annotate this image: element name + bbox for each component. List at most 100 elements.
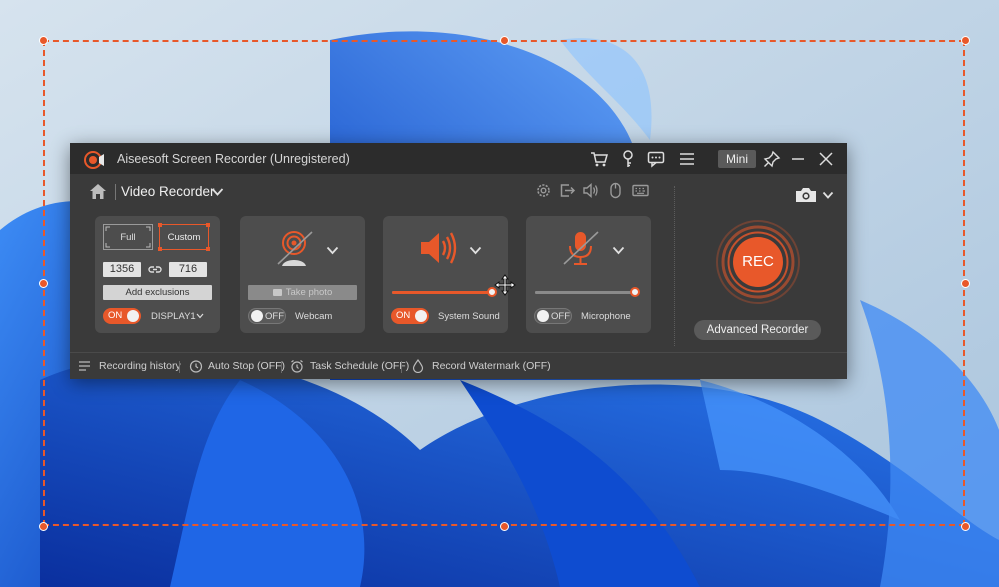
custom-corner-handle	[158, 223, 162, 227]
system-volume-slider[interactable]	[392, 287, 497, 297]
toggle-knob	[127, 310, 139, 322]
cart-icon[interactable]	[590, 150, 608, 168]
recording-history-label: Recording history	[99, 360, 181, 372]
bar-separator	[401, 361, 402, 373]
display-label[interactable]: DISPLAY1	[151, 311, 196, 322]
microphone-toggle-label: OFF	[551, 311, 570, 322]
mode-toolbar: Video Recorder	[70, 174, 847, 210]
mouse-icon[interactable]	[607, 182, 624, 199]
microphone-volume-fill	[535, 291, 635, 294]
take-photo-label: Take photo	[285, 287, 333, 298]
width-input[interactable]: 1356	[103, 262, 141, 277]
height-input[interactable]: 716	[169, 262, 207, 277]
chevron-down-icon[interactable]	[612, 246, 625, 255]
mini-mode-button[interactable]: Mini	[718, 150, 756, 168]
section-divider	[674, 186, 675, 346]
menu-icon[interactable]	[678, 150, 696, 168]
screenshot-camera-icon[interactable]	[795, 186, 817, 204]
custom-corner-handle	[158, 247, 162, 251]
custom-label: Custom	[167, 232, 201, 243]
advanced-recorder-button[interactable]: Advanced Recorder	[694, 320, 821, 340]
chevron-down-icon[interactable]	[469, 246, 482, 255]
resize-handle-top-right[interactable]	[961, 36, 970, 45]
chevron-down-icon[interactable]	[196, 313, 204, 319]
microphone-volume-slider[interactable]	[535, 287, 640, 297]
mode-divider	[115, 184, 116, 200]
gear-icon[interactable]	[535, 182, 552, 199]
keyboard-icon[interactable]	[632, 182, 649, 199]
resize-handle-bottom[interactable]	[500, 522, 509, 531]
custom-area-button[interactable]: Custom	[158, 223, 210, 251]
microphone-volume-thumb[interactable]	[630, 287, 640, 297]
toggle-knob	[251, 310, 263, 322]
task-schedule-link[interactable]: Task Schedule (OFF)	[290, 358, 409, 375]
custom-corner-handle	[206, 223, 210, 227]
title-bar[interactable]: Aiseesoft Screen Recorder (Unregistered)…	[70, 143, 847, 174]
resize-handle-top-left[interactable]	[39, 36, 48, 45]
home-icon[interactable]	[89, 183, 107, 200]
resize-handle-right[interactable]	[961, 279, 970, 288]
system-sound-toggle[interactable]: ON	[391, 308, 429, 324]
export-icon[interactable]	[559, 182, 576, 199]
chat-icon[interactable]	[647, 150, 665, 168]
custom-corner-handle	[206, 247, 210, 251]
display-toggle[interactable]: ON	[103, 308, 141, 324]
recording-history-link[interactable]: Recording history	[78, 358, 181, 375]
recorder-window: Aiseesoft Screen Recorder (Unregistered)…	[70, 143, 847, 379]
auto-stop-label: Auto Stop (OFF)	[208, 360, 286, 372]
chevron-down-icon[interactable]	[211, 187, 224, 197]
full-screen-button[interactable]: Full	[103, 224, 153, 250]
rec-button-wrapper: REC	[715, 219, 801, 305]
microphone-toggle[interactable]: OFF	[534, 308, 572, 324]
bar-separator	[281, 361, 282, 373]
auto-stop-link[interactable]: Auto Stop (OFF)	[189, 358, 285, 375]
webcam-panel: Take photo OFF Webcam	[240, 216, 365, 333]
mode-label[interactable]: Video Recorder	[121, 184, 215, 199]
camera-small-icon	[272, 289, 282, 296]
system-volume-fill	[392, 291, 492, 294]
app-title: Aiseesoft Screen Recorder (Unregistered)	[117, 152, 350, 166]
display-toggle-label: ON	[108, 310, 123, 321]
pin-icon[interactable]	[763, 150, 781, 168]
record-watermark-label: Record Watermark (OFF)	[432, 360, 551, 372]
speaker-icon	[421, 232, 457, 264]
key-icon[interactable]	[619, 150, 637, 168]
chevron-down-icon[interactable]	[326, 246, 339, 255]
chevron-down-icon[interactable]	[822, 191, 834, 200]
alarm-clock-icon	[291, 360, 303, 373]
resize-handle-top[interactable]	[500, 36, 509, 45]
app-logo-icon	[84, 151, 104, 169]
list-icon	[79, 361, 90, 371]
resize-handle-bottom-left[interactable]	[39, 522, 48, 531]
clock-icon	[189, 360, 203, 373]
system-sound-panel: ON System Sound	[383, 216, 508, 333]
area-panel: Full Custom 1356 716 Add exclusions ON D…	[95, 216, 220, 333]
close-icon[interactable]	[817, 150, 835, 168]
water-drop-icon	[412, 359, 424, 373]
resize-handle-bottom-right[interactable]	[961, 522, 970, 531]
resize-handle-left[interactable]	[39, 279, 48, 288]
take-photo-button[interactable]: Take photo	[248, 285, 357, 300]
system-sound-toggle-label: ON	[396, 310, 411, 321]
speaker-icon[interactable]	[582, 182, 599, 199]
link-icon[interactable]	[148, 263, 162, 276]
move-cursor-icon	[494, 274, 516, 296]
microphone-label: Microphone	[581, 311, 631, 322]
webcam-toggle[interactable]: OFF	[248, 308, 286, 324]
task-schedule-label: Task Schedule (OFF)	[310, 360, 410, 372]
webcam-disabled-icon	[277, 231, 313, 266]
microphone-panel: OFF Microphone	[526, 216, 651, 333]
toggle-knob	[415, 310, 427, 322]
system-sound-label: System Sound	[438, 311, 500, 322]
bar-separator	[179, 361, 180, 373]
bottom-bar: Recording history Auto Stop (OFF) Task S…	[70, 352, 847, 380]
webcam-label: Webcam	[295, 311, 333, 322]
record-watermark-link[interactable]: Record Watermark (OFF)	[411, 358, 551, 375]
webcam-toggle-label: OFF	[265, 311, 284, 322]
toggle-knob	[537, 310, 549, 322]
rec-button[interactable]: REC	[733, 237, 783, 287]
add-exclusions-button[interactable]: Add exclusions	[103, 285, 212, 300]
microphone-disabled-icon	[563, 231, 599, 265]
corner-brackets-icon	[105, 226, 151, 248]
minimize-icon[interactable]	[789, 150, 807, 168]
